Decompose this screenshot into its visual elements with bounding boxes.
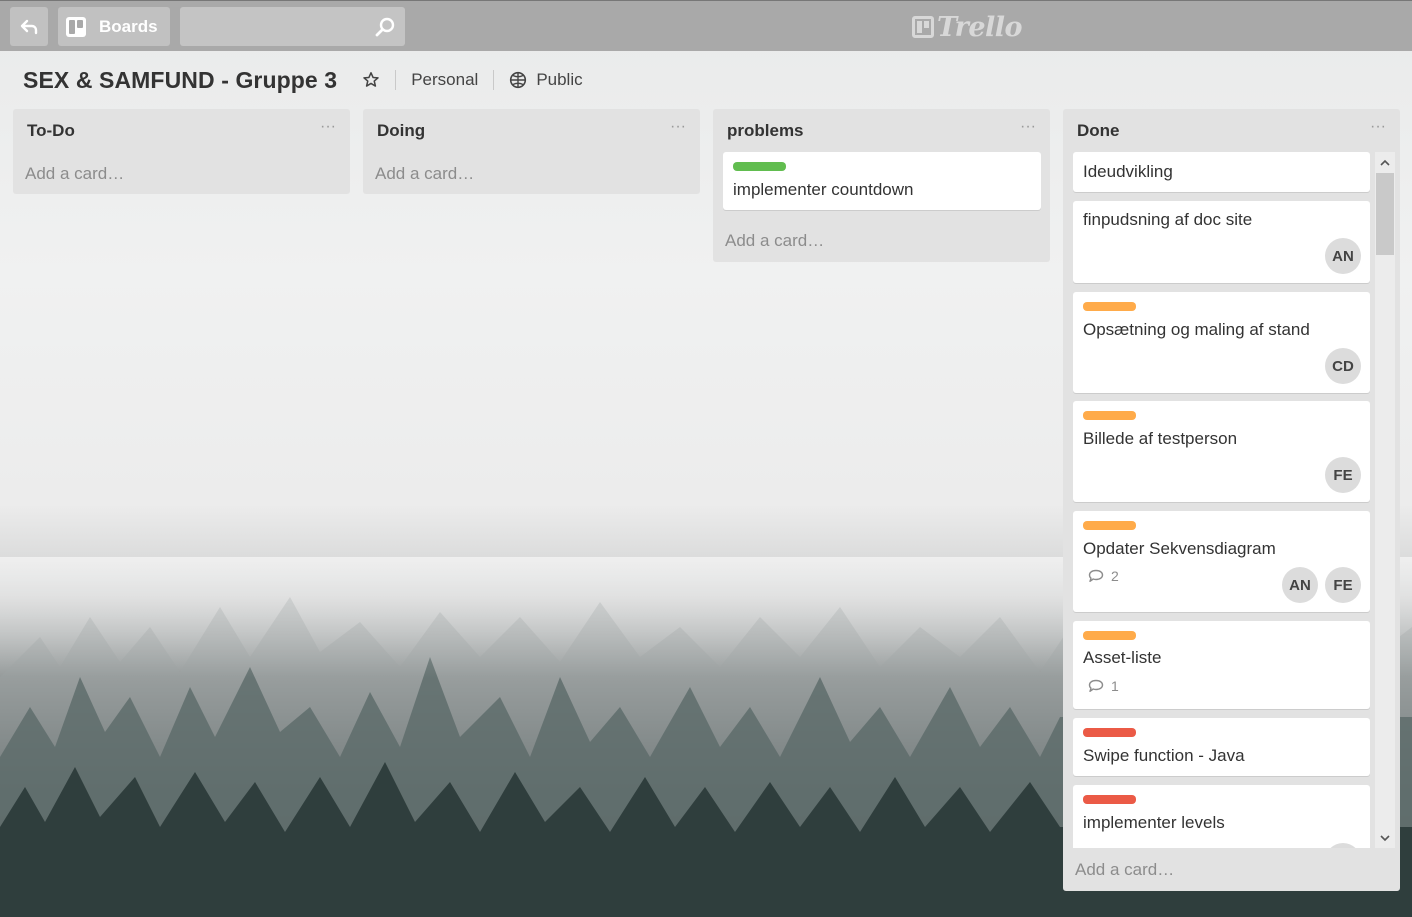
avatar[interactable]: AN	[1325, 238, 1361, 274]
search-icon[interactable]	[373, 15, 397, 39]
card[interactable]: Asset-liste 1	[1073, 621, 1370, 709]
list-title[interactable]: Done	[1077, 121, 1120, 141]
card-label-red	[1083, 728, 1136, 737]
card-title: Opdater Sekvensdiagram	[1083, 539, 1276, 558]
list-header[interactable]: To-Do ···	[13, 109, 350, 151]
scrollbar[interactable]	[1375, 152, 1395, 848]
avatar[interactable]: AN	[1282, 567, 1318, 603]
avatar[interactable]: FE	[1325, 567, 1361, 603]
card[interactable]: implementer levels	[1073, 785, 1370, 848]
list-menu-icon[interactable]: ···	[1370, 118, 1386, 136]
top-header-bar: Boards Trello	[0, 0, 1412, 51]
card-label-orange	[1083, 521, 1136, 530]
card-title: Swipe function - Java	[1083, 746, 1245, 765]
add-card-button[interactable]: Add a card…	[13, 164, 350, 184]
comment-count: 1	[1111, 678, 1119, 694]
avatar[interactable]	[1325, 843, 1361, 848]
list-title[interactable]: problems	[727, 121, 804, 141]
scroll-up-icon[interactable]	[1375, 152, 1395, 172]
boards-label: Boards	[99, 16, 158, 36]
card-title: implementer countdown	[733, 180, 914, 199]
logo-text: Trello	[937, 11, 1023, 43]
visibility-label[interactable]: Public	[536, 70, 582, 90]
card[interactable]: implementer countdown	[723, 152, 1041, 210]
card-label-red	[1083, 795, 1136, 804]
scroll-thumb[interactable]	[1376, 173, 1394, 255]
list-menu-icon[interactable]: ···	[320, 118, 336, 136]
card-label-orange	[1083, 631, 1136, 640]
card[interactable]: Opsætning og maling af stand CD	[1073, 292, 1370, 393]
board-title[interactable]: SEX & SAMFUND - Gruppe 3	[23, 67, 337, 94]
card-title: finpudsning af doc site	[1083, 210, 1253, 229]
team-label[interactable]: Personal	[411, 70, 478, 90]
back-arrow-icon	[20, 19, 38, 34]
card[interactable]: Swipe function - Java	[1073, 718, 1370, 776]
card-title: implementer levels	[1083, 813, 1225, 832]
star-icon[interactable]	[362, 71, 380, 89]
card[interactable]: Ideudvikling	[1073, 152, 1370, 192]
boards-icon	[66, 16, 86, 37]
comment-icon	[1088, 679, 1104, 692]
search-box[interactable]	[180, 7, 405, 46]
boards-button[interactable]: Boards	[58, 7, 170, 46]
comment-count: 2	[1111, 568, 1119, 584]
add-card-button[interactable]: Add a card…	[1063, 860, 1174, 880]
divider	[395, 70, 397, 90]
card[interactable]: Opdater Sekvensdiagram 2 AN FE	[1073, 511, 1370, 612]
avatar[interactable]: CD	[1325, 348, 1361, 384]
card[interactable]: Billede af testperson FE	[1073, 401, 1370, 502]
list-menu-icon[interactable]: ···	[1020, 118, 1036, 136]
avatar[interactable]: FE	[1325, 457, 1361, 493]
list-title[interactable]: To-Do	[27, 121, 75, 141]
divider	[493, 70, 495, 90]
list-doing: Doing ··· Add a card…	[363, 109, 700, 194]
list-todo: To-Do ··· Add a card…	[13, 109, 350, 194]
scroll-down-icon[interactable]	[1375, 828, 1395, 848]
card-title: Opsætning og maling af stand	[1083, 320, 1310, 339]
add-card-button[interactable]: Add a card…	[713, 231, 1050, 251]
list-title[interactable]: Doing	[377, 121, 425, 141]
globe-icon	[510, 71, 527, 89]
card-title: Ideudvikling	[1083, 162, 1173, 181]
card[interactable]: finpudsning af doc site AN	[1073, 201, 1370, 283]
card-label-orange	[1083, 302, 1136, 311]
trello-logo[interactable]: Trello	[912, 11, 1023, 43]
back-button[interactable]	[10, 7, 48, 46]
list-header[interactable]: Doing ···	[363, 109, 700, 151]
list-problems: problems ··· implementer countdown Add a…	[713, 109, 1050, 262]
search-input[interactable]	[180, 7, 405, 46]
card-title: Asset-liste	[1083, 648, 1162, 667]
list-done: Done ··· Ideudvikling finpudsning af doc…	[1063, 109, 1400, 891]
list-header[interactable]: Done ···	[1063, 109, 1400, 151]
card-title: Billede af testperson	[1083, 429, 1238, 448]
board-header: SEX & SAMFUND - Gruppe 3 Personal Public	[23, 62, 583, 98]
comment-icon	[1088, 569, 1104, 582]
trello-logo-icon	[912, 16, 934, 38]
card-list[interactable]: Ideudvikling finpudsning af doc site AN …	[1073, 152, 1370, 848]
add-card-button[interactable]: Add a card…	[363, 164, 700, 184]
list-header[interactable]: problems ···	[713, 109, 1050, 151]
comment-badge: 1	[1088, 678, 1119, 694]
card-label-orange	[1083, 411, 1136, 420]
card-label-green	[733, 162, 786, 171]
list-menu-icon[interactable]: ···	[670, 118, 686, 136]
comment-badge: 2	[1088, 568, 1119, 584]
